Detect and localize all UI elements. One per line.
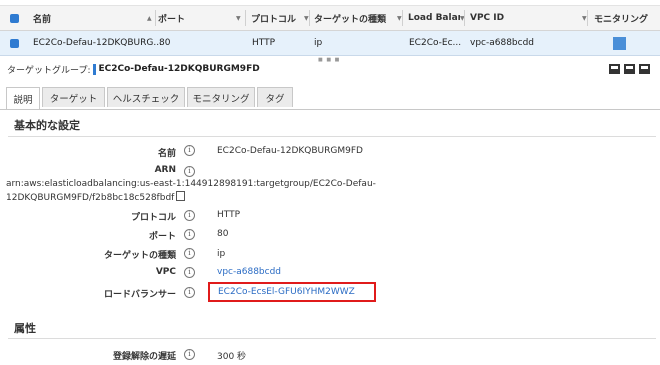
- column-header-port-label: ポート: [158, 14, 186, 25]
- highlight-box: [208, 282, 376, 302]
- row-checkbox[interactable]: [10, 31, 19, 55]
- row-protocol: HTTP: [252, 38, 276, 48]
- chevron-down-icon[interactable]: ▼: [300, 6, 309, 30]
- field-arn: ARN: [0, 165, 176, 177]
- field-name: 名前: [0, 146, 176, 159]
- port-value: 80: [217, 229, 229, 239]
- field-port: ポート: [0, 229, 176, 242]
- dereg-value: 300 秒: [217, 352, 247, 362]
- tab-health-check[interactable]: ヘルスチェック: [107, 87, 185, 107]
- row-load-balancer: EC2Co-Ec...: [409, 38, 462, 48]
- arn-value-line2: 12DKQBURGM9FD/f2b8bc18c528fbdf: [6, 191, 186, 203]
- field-target-type: ターゲットの種類: [0, 248, 176, 261]
- vpc-link[interactable]: vpc-a688bcdd: [217, 267, 281, 277]
- copy-icon[interactable]: [176, 191, 186, 201]
- column-header-vpc-id[interactable]: VPC ID: [470, 6, 504, 30]
- layout-split-icon[interactable]: [624, 64, 635, 74]
- row-target-type: ip: [314, 38, 323, 48]
- table-header: 名前 ▲ ポート ▼ プロトコル ▼ ターゲットの種類 ▼ Load Balan…: [0, 5, 660, 31]
- field-load-balancer: ロードバランサー: [0, 287, 176, 300]
- tab-health-check-label: ヘルスチェック: [112, 93, 180, 105]
- column-header-vpc-id-label: VPC ID: [470, 13, 505, 23]
- tab-tags[interactable]: タグ: [257, 87, 293, 107]
- monitoring-icon[interactable]: [613, 31, 626, 55]
- panel-title-label: ターゲットグループ:: [7, 65, 91, 76]
- table-row[interactable]: EC2Co-Defau-12DKQBURG... 80 HTTP ip EC2C…: [0, 31, 660, 56]
- panel-title-value: EC2Co-Defau-12DKQBURGM9FD: [98, 64, 260, 74]
- divider: [8, 136, 656, 137]
- info-icon[interactable]: i: [184, 166, 195, 177]
- selection-marker-icon: [92, 63, 96, 75]
- column-header-load-balancer-label: Load Balanc: [408, 13, 460, 23]
- vpc-label: VPC: [155, 267, 176, 277]
- info-icon[interactable]: i: [184, 145, 195, 156]
- column-header-target-type[interactable]: ターゲットの種類: [314, 6, 386, 30]
- chevron-down-icon[interactable]: ▼: [578, 6, 587, 30]
- section-heading-basic: 基本的な設定: [14, 119, 80, 132]
- info-icon[interactable]: i: [184, 287, 195, 298]
- resize-handle[interactable]: ■ ■ ■: [318, 57, 340, 63]
- field-vpc: VPC: [0, 267, 176, 279]
- tab-monitoring[interactable]: モニタリング: [187, 87, 255, 107]
- layout-bottom-icon[interactable]: [609, 64, 620, 74]
- field-protocol: プロトコル: [0, 210, 176, 223]
- chevron-down-icon[interactable]: ▼: [393, 6, 402, 30]
- info-icon[interactable]: i: [184, 267, 195, 278]
- protocol-value: HTTP: [217, 210, 241, 220]
- section-heading-attributes: 属性: [14, 322, 36, 335]
- tab-description[interactable]: 説明: [6, 87, 40, 109]
- tab-targets[interactable]: ターゲット: [42, 87, 105, 107]
- dereg-label: 登録解除の遅延: [112, 352, 176, 362]
- tab-tags-label: タグ: [265, 93, 285, 105]
- row-port: 80: [159, 38, 171, 48]
- divider: [8, 338, 656, 339]
- load-balancer-label: ロードバランサー: [103, 290, 176, 300]
- info-icon[interactable]: i: [184, 210, 195, 221]
- arn-value-text: 12DKQBURGM9FD/f2b8bc18c528fbdf: [6, 193, 175, 203]
- target-type-label: ターゲットの種類: [103, 251, 176, 261]
- column-header-target-type-label: ターゲットの種類: [314, 14, 387, 25]
- arn-label: ARN: [154, 165, 176, 175]
- name-label: 名前: [157, 149, 176, 159]
- field-deregistration-delay: 登録解除の遅延: [0, 349, 176, 362]
- port-label: ポート: [148, 232, 176, 242]
- info-icon[interactable]: i: [184, 349, 195, 360]
- layout-full-icon[interactable]: [639, 64, 650, 74]
- sort-asc-icon[interactable]: ▲: [143, 6, 152, 30]
- column-header-monitoring-label: モニタリング: [594, 14, 649, 25]
- info-icon[interactable]: i: [184, 248, 195, 259]
- chevron-down-icon[interactable]: ▼: [232, 6, 241, 30]
- column-header-protocol[interactable]: プロトコル: [251, 6, 296, 30]
- protocol-label: プロトコル: [130, 213, 176, 223]
- panel-title: ターゲットグループ: EC2Co-Defau-12DKQBURGM9FD: [7, 62, 260, 76]
- tab-monitoring-label: モニタリング: [192, 93, 250, 105]
- column-header-protocol-label: プロトコル: [251, 14, 297, 25]
- arn-value-line1: arn:aws:elasticloadbalancing:us-east-1:1…: [6, 179, 376, 189]
- select-all-checkbox[interactable]: [10, 6, 19, 30]
- info-icon[interactable]: i: [184, 229, 195, 240]
- tab-description-label: 説明: [13, 94, 33, 106]
- column-header-name-label: 名前: [33, 14, 52, 25]
- column-header-load-balancer[interactable]: Load Balanc: [408, 6, 460, 30]
- row-name: EC2Co-Defau-12DKQBURG...: [33, 38, 162, 48]
- name-value: EC2Co-Defau-12DKQBURGM9FD: [217, 146, 363, 156]
- target-type-value: ip: [217, 249, 226, 259]
- tab-targets-label: ターゲット: [49, 93, 98, 105]
- column-header-monitoring[interactable]: モニタリング: [594, 6, 660, 30]
- row-vpc-id: vpc-a688bcdd: [470, 38, 535, 48]
- tab-bar: 説明 ターゲット ヘルスチェック モニタリング タグ: [0, 87, 660, 110]
